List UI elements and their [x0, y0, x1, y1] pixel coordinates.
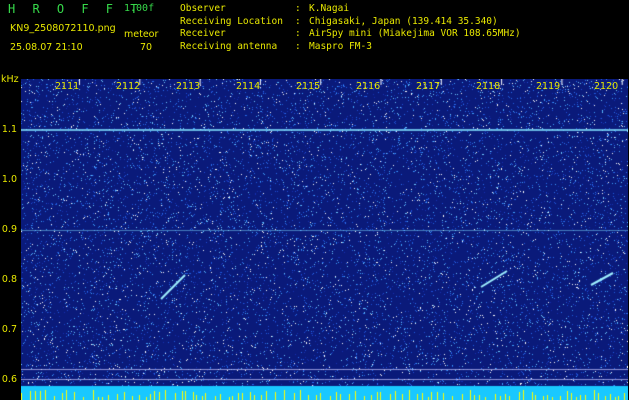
x-tick-label: 2113 — [176, 81, 201, 92]
y-tick-label: 1.0 — [1, 174, 17, 185]
info-row-observer: Observer: K.Nagai — [180, 3, 350, 14]
station-info: Observer: K.Nagai Receiving Location: Chig… — [180, 3, 521, 53]
y-tick-label: 0.9 — [1, 224, 17, 235]
meteor-label: meteor — [124, 29, 159, 40]
waterfall-spectrogram — [21, 79, 628, 400]
date-time: 25.08.07 21:10 — [10, 42, 83, 53]
x-tick-label: 2115 — [296, 81, 321, 92]
y-axis-unit: kHz — [1, 74, 19, 85]
file-name: KN9_2508072110.png — [10, 23, 116, 34]
info-row-antenna: Receiving antenna: Maspro FM-3 — [180, 40, 372, 52]
info-value: K.Nagai — [309, 3, 350, 14]
y-tick-label: 0.6 — [1, 374, 17, 385]
x-tick-label: 2118 — [476, 81, 501, 92]
meteor-count: 70 — [140, 42, 153, 53]
app-version: 1.00f — [124, 3, 155, 14]
header: H R O F F T 1.00f KN9_2508072110.png met… — [0, 0, 629, 78]
info-value: AirSpy mini (Miakejima VOR 108.65MHz) — [309, 28, 521, 39]
x-tick-label: 2112 — [116, 81, 141, 92]
info-key: Receiver — [180, 28, 226, 39]
y-tick-label: 1.1 — [1, 124, 17, 135]
info-row-location: Receiving Location: Chigasaki, Japan (139… — [180, 15, 498, 27]
app-title: H R O F F T — [8, 2, 143, 16]
x-tick-label: 2111 — [55, 81, 80, 92]
x-tick-label: 2117 — [416, 81, 441, 92]
info-value: Maspro FM-3 — [309, 40, 372, 52]
x-tick-label: 2114 — [236, 81, 261, 92]
x-tick-label: 2119 — [536, 81, 561, 92]
y-tick-label: 0.7 — [1, 324, 17, 335]
info-key: Receiving antenna — [180, 40, 278, 52]
info-row-receiver: Receiver: AirSpy mini (Miakejima VOR 108.… — [180, 28, 521, 39]
x-tick-label: 2116 — [356, 81, 381, 92]
y-tick-label: 0.8 — [1, 274, 17, 285]
info-value: Chigasaki, Japan (139.414 35.340) — [309, 15, 498, 27]
info-key: Receiving Location — [180, 15, 283, 27]
info-key: Observer — [180, 3, 226, 14]
x-tick-label: 2120 — [594, 81, 619, 92]
